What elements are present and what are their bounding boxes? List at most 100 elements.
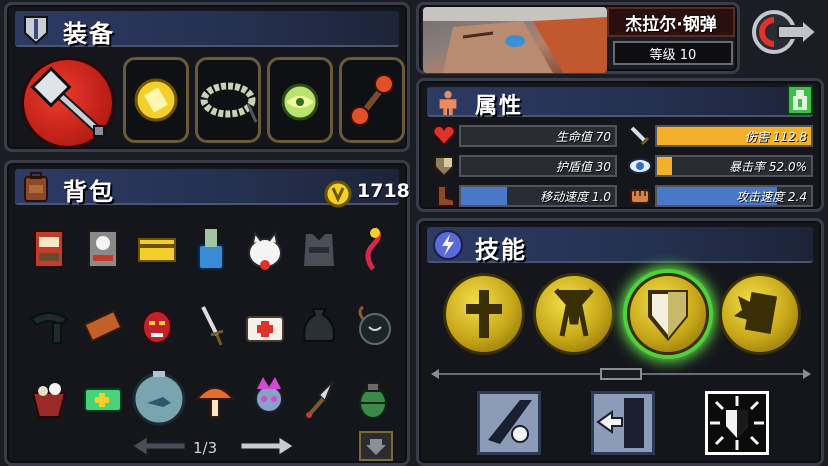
bag-item-scarf[interactable] — [25, 301, 73, 349]
cross-icon — [466, 290, 502, 338]
gold-card-icon — [138, 238, 176, 262]
bag-item-hand-jar[interactable] — [187, 225, 235, 273]
heart-icon — [432, 124, 456, 147]
jester-skull-icon — [255, 377, 283, 413]
skill-warrior[interactable] — [533, 273, 615, 355]
backpack-panel: 背包 1718 1/3 — [4, 160, 410, 466]
equip-slot-gold-coin[interactable] — [123, 57, 189, 143]
gold-count: 1718 — [357, 180, 410, 202]
dagger-icon — [201, 306, 224, 346]
active-skill-shield-burst[interactable] — [705, 391, 769, 455]
crit-rate-bar: 暴击率 52.0% — [655, 155, 813, 177]
stat-shield: 护盾值 30 — [431, 153, 621, 179]
green-ticket-icon — [84, 388, 122, 412]
attack-speed-bar: 攻击速度 2.4 — [655, 185, 813, 207]
fist-icon — [630, 189, 650, 204]
drop-item-button[interactable] — [359, 431, 393, 461]
equipment-panel: 装备 — [4, 2, 410, 152]
mace-icon — [30, 66, 105, 137]
equip-slot-bead-bracelet[interactable] — [195, 57, 261, 143]
medkit-icon — [246, 316, 284, 342]
backpack-icon — [24, 172, 48, 202]
equip-slot-red-dumbbell[interactable] — [339, 57, 405, 143]
move-speed-bar: 移动速度 1.0 — [459, 185, 617, 207]
back-button[interactable] — [750, 4, 822, 60]
character-level: 等级 10 — [613, 41, 733, 65]
equip-slot-green-orb[interactable] — [267, 57, 333, 143]
helmet-icon — [24, 16, 48, 45]
ornate-divider — [431, 368, 811, 380]
bag-item-dagger[interactable] — [187, 301, 235, 349]
shield-label: 护盾值 30 — [555, 160, 611, 174]
bag-item-fish-bowl[interactable] — [129, 367, 189, 427]
grenade-icon — [359, 382, 387, 419]
shield-bar: 护盾值 30 — [459, 155, 617, 177]
move-speed-bar-fill — [461, 187, 508, 205]
gold-coin-icon — [134, 78, 178, 122]
bag-item-bomb[interactable] — [349, 301, 397, 349]
shield-icon — [648, 290, 688, 342]
damage-bar: 伤害 112.8 — [655, 125, 813, 147]
skill-scroll[interactable] — [719, 273, 801, 355]
active-skill-retreat[interactable] — [591, 391, 655, 455]
bag-item-vest[interactable] — [295, 225, 343, 273]
shield-icon — [434, 156, 454, 178]
prev-page-arrow-icon[interactable] — [131, 435, 187, 457]
equipment-title: 装备 — [63, 20, 115, 48]
stat-health: 生命值 70 — [431, 123, 621, 149]
next-page-arrow-icon[interactable] — [239, 435, 295, 457]
kunai-icon — [306, 380, 334, 418]
health-bar: 生命值 70 — [459, 125, 617, 147]
bag-item-grenade[interactable] — [349, 375, 397, 423]
boot-icon — [437, 185, 455, 207]
bag-item-brick[interactable] — [79, 301, 127, 349]
crit-rate-label: 暴击率 52.0% — [729, 160, 807, 174]
green-orb-icon — [281, 83, 319, 121]
shield-burst-icon — [708, 394, 766, 452]
bag-item-green-ticket[interactable] — [79, 375, 127, 423]
bag-item-slot-machine-skull[interactable] — [79, 225, 127, 273]
bead-bracelet-icon — [200, 82, 258, 123]
fruit-cup-icon — [31, 383, 67, 418]
attributes-title: 属性 — [475, 94, 524, 119]
active-skill-slash[interactable] — [477, 391, 541, 455]
muscle-figure-icon — [439, 90, 457, 116]
mushroom-icon — [194, 387, 236, 418]
bag-item-lucky-cat[interactable] — [241, 225, 289, 273]
crit-rate-bar-fill — [657, 157, 673, 175]
page-indicator: 1/3 — [193, 439, 218, 457]
potion-bottle-icon[interactable] — [787, 85, 813, 115]
brick-icon — [83, 309, 123, 343]
lightning-orb-icon — [433, 230, 463, 260]
bag-item-red-scepter[interactable] — [349, 225, 397, 273]
bag-item-kunai[interactable] — [299, 375, 347, 423]
bag-item-sack[interactable] — [295, 301, 343, 349]
stat-move-speed: 移动速度 1.0 — [431, 183, 621, 209]
fish-bowl-icon — [132, 371, 186, 426]
skull-machine-icon — [88, 230, 118, 268]
skill-cross[interactable] — [443, 273, 525, 355]
bag-item-medkit[interactable] — [241, 301, 289, 349]
skill-shield[interactable] — [627, 273, 709, 355]
bag-item-demon-mask[interactable] — [133, 301, 181, 349]
attack-speed-label: 攻击速度 2.4 — [736, 190, 807, 204]
slot-machine-icon — [34, 230, 64, 268]
skills-panel: 技能 — [416, 218, 824, 466]
bag-item-jester-skull[interactable] — [245, 371, 293, 419]
skills-title: 技能 — [475, 236, 527, 264]
attributes-header: 属性 — [427, 87, 813, 119]
character-panel: 杰拉尔·钢弹 等级 10 — [416, 2, 740, 74]
weapon-slot[interactable] — [21, 57, 115, 149]
character-portrait — [423, 7, 607, 73]
bag-item-mushroom[interactable] — [191, 375, 239, 423]
sack-icon — [303, 308, 335, 342]
winged-scroll-icon — [734, 292, 778, 334]
sword-icon — [630, 126, 650, 146]
demon-mask-icon — [142, 310, 172, 344]
bag-item-fruit-cup[interactable] — [25, 375, 73, 423]
bomb-icon — [358, 305, 391, 345]
bag-item-slot-machine-red[interactable] — [25, 225, 73, 273]
bag-item-gold-card[interactable] — [133, 225, 181, 273]
retreat-arrow-icon — [594, 394, 652, 452]
stat-attack-speed: 攻击速度 2.4 — [627, 183, 817, 209]
